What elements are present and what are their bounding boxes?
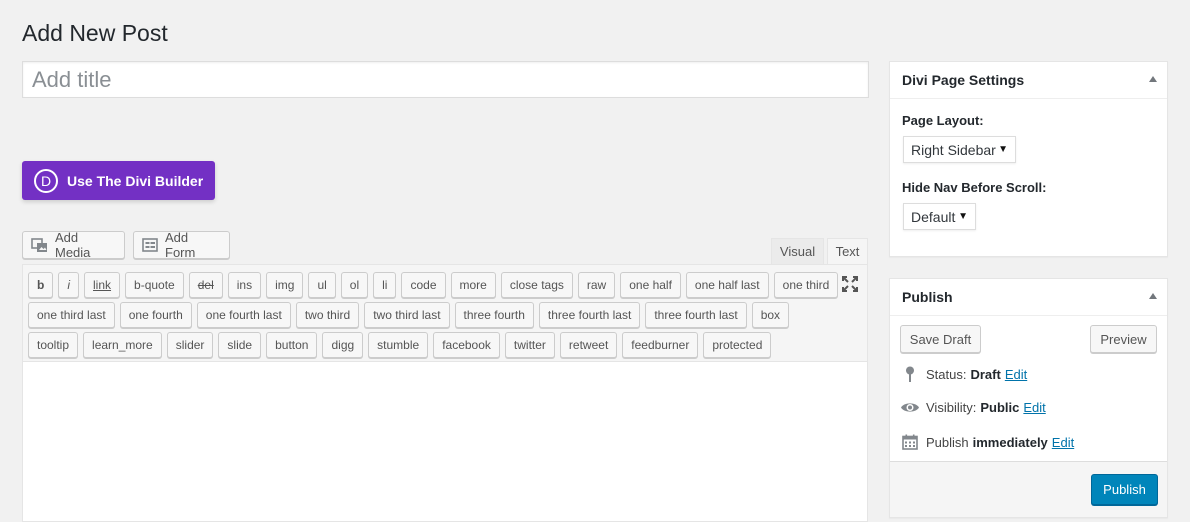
quicktag-close-tags-button[interactable]: close tags xyxy=(500,272,573,298)
quicktag-three-fourth-last-button[interactable]: three fourth last xyxy=(645,302,747,328)
quicktag-one-fourth-last-button[interactable]: one fourth last xyxy=(196,302,291,328)
preview-button[interactable]: Preview xyxy=(1090,325,1157,353)
quicktag-three-fourth-last-button[interactable]: three fourth last xyxy=(538,302,641,328)
add-media-button[interactable]: Add Media xyxy=(22,230,125,260)
quicktag-two-third-last-button[interactable]: two third last xyxy=(364,302,450,328)
quicktag-more-button[interactable]: more xyxy=(450,272,496,298)
publish-box: Publish Save Draft Preview Status: Draft… xyxy=(889,278,1168,518)
fullscreen-icon[interactable] xyxy=(840,274,860,294)
quicktag-button-button[interactable]: button xyxy=(266,332,318,358)
quicktag-digg-button[interactable]: digg xyxy=(322,332,364,358)
quicktag-code-button[interactable]: code xyxy=(401,272,446,298)
quicktag-slider-button[interactable]: slider xyxy=(166,332,214,358)
hide-nav-select[interactable]: Default ▼ xyxy=(903,203,976,230)
quicktag-one-half-last-button[interactable]: one half last xyxy=(685,272,769,298)
page-layout-value: Right Sidebar xyxy=(911,141,996,158)
form-icon xyxy=(142,238,158,252)
add-media-label: Add Media xyxy=(55,230,91,260)
quicktag-one-half-button[interactable]: one half xyxy=(620,272,681,298)
visibility-row: Visibility: Public Edit xyxy=(900,400,1046,415)
quicktag-learn-more-button[interactable]: learn_more xyxy=(83,332,162,358)
quicktag-retweet-button[interactable]: retweet xyxy=(559,332,618,358)
quicktag-three-fourth-button[interactable]: three fourth xyxy=(454,302,534,328)
publish-schedule-label: Publish xyxy=(926,434,969,450)
publish-schedule-row: Publish immediately Edit xyxy=(900,434,1074,450)
hide-nav-label: Hide Nav Before Scroll: xyxy=(902,180,1047,195)
quicktags-toolbar: b i link b-quote del ins img ul ol li code more clos… xyxy=(22,264,868,362)
quicktag-b-button[interactable]: b xyxy=(28,272,54,298)
quicktag-ul-button[interactable]: ul xyxy=(308,272,336,298)
visibility-edit-link[interactable]: Edit xyxy=(1023,400,1045,415)
quicktags-row-1: b i link b-quote del ins img ul ol li code more clos… xyxy=(28,272,839,298)
quicktag-b-quote-button[interactable]: b-quote xyxy=(125,272,184,298)
quicktags-row-3: tooltip learn_more slider slide button digg st… xyxy=(28,332,772,358)
publish-schedule-edit-link[interactable]: Edit xyxy=(1052,435,1074,450)
quicktag-facebook-button[interactable]: facebook xyxy=(433,332,500,358)
media-icon xyxy=(31,237,48,253)
use-divi-builder-button[interactable]: D Use The Divi Builder xyxy=(22,161,215,200)
quicktags-row-2: one third last one fourth one fourth last t… xyxy=(28,302,790,328)
quicktag-tooltip-button[interactable]: tooltip xyxy=(28,332,79,358)
save-draft-button[interactable]: Save Draft xyxy=(900,325,981,353)
tab-visual[interactable]: Visual xyxy=(771,238,824,264)
quicktag-link-button[interactable]: link xyxy=(84,272,121,298)
quicktag-ins-button[interactable]: ins xyxy=(227,272,262,298)
quicktag-protected-button[interactable]: protected xyxy=(703,332,772,358)
publish-schedule-value: immediately xyxy=(972,434,1048,450)
add-form-label: Add Form xyxy=(165,230,196,260)
quicktag-stumble-button[interactable]: stumble xyxy=(368,332,429,358)
quicktag-i-button[interactable]: i xyxy=(58,272,80,298)
quicktag-one-third-last-button[interactable]: one third last xyxy=(28,302,115,328)
publish-header[interactable]: Publish xyxy=(890,279,1167,316)
status-label: Status: xyxy=(926,367,967,382)
quicktag-twitter-button[interactable]: twitter xyxy=(504,332,555,358)
calendar-icon xyxy=(900,434,920,450)
quicktag-del-button[interactable]: del xyxy=(188,272,223,298)
quicktag-li-button[interactable]: li xyxy=(373,272,397,298)
pin-icon xyxy=(900,366,920,383)
quicktag-slide-button[interactable]: slide xyxy=(218,332,262,358)
dropdown-arrow-icon: ▼ xyxy=(958,211,968,222)
dropdown-arrow-icon: ▼ xyxy=(998,144,1008,155)
post-content-editor[interactable] xyxy=(22,362,868,522)
quicktag-feedburner-button[interactable]: feedburner xyxy=(622,332,699,358)
publish-button[interactable]: Publish xyxy=(1091,474,1158,505)
quicktag-raw-button[interactable]: raw xyxy=(577,272,616,298)
page-layout-select[interactable]: Right Sidebar ▼ xyxy=(903,136,1016,163)
publish-actions: Publish xyxy=(890,461,1167,517)
eye-icon xyxy=(900,401,920,414)
quicktag-two-third-button[interactable]: two third xyxy=(295,302,360,328)
divi-page-settings-title: Divi Page Settings xyxy=(902,72,1025,88)
visibility-label: Visibility: xyxy=(926,400,977,415)
status-value: Draft xyxy=(970,367,1001,382)
publish-box-title: Publish xyxy=(902,289,953,305)
page-title: Add New Post xyxy=(22,20,168,46)
tab-text[interactable]: Text xyxy=(827,238,868,264)
divi-button-label: Use The Divi Builder xyxy=(67,172,204,189)
status-row: Status: Draft Edit xyxy=(900,366,1027,383)
quicktag-one-third-button[interactable]: one third xyxy=(773,272,839,298)
status-edit-link[interactable]: Edit xyxy=(1005,367,1027,382)
page-layout-label: Page Layout: xyxy=(902,113,984,128)
collapse-toggle-icon[interactable] xyxy=(1149,293,1157,299)
quicktag-one-fourth-button[interactable]: one fourth xyxy=(119,302,192,328)
divi-logo-icon: D xyxy=(34,168,58,193)
hide-nav-value: Default xyxy=(911,208,956,225)
collapse-toggle-icon[interactable] xyxy=(1149,76,1157,82)
add-form-button[interactable]: Add Form xyxy=(133,230,230,260)
quicktag-box-button[interactable]: box xyxy=(751,302,790,328)
divi-page-settings-box: Divi Page Settings Page Layout: Right Si… xyxy=(889,61,1168,257)
quicktag-ol-button[interactable]: ol xyxy=(340,272,369,298)
visibility-value: Public xyxy=(980,400,1020,415)
post-title-input[interactable] xyxy=(22,61,869,98)
quicktag-img-button[interactable]: img xyxy=(266,272,304,298)
divi-page-settings-header[interactable]: Divi Page Settings xyxy=(890,62,1167,99)
